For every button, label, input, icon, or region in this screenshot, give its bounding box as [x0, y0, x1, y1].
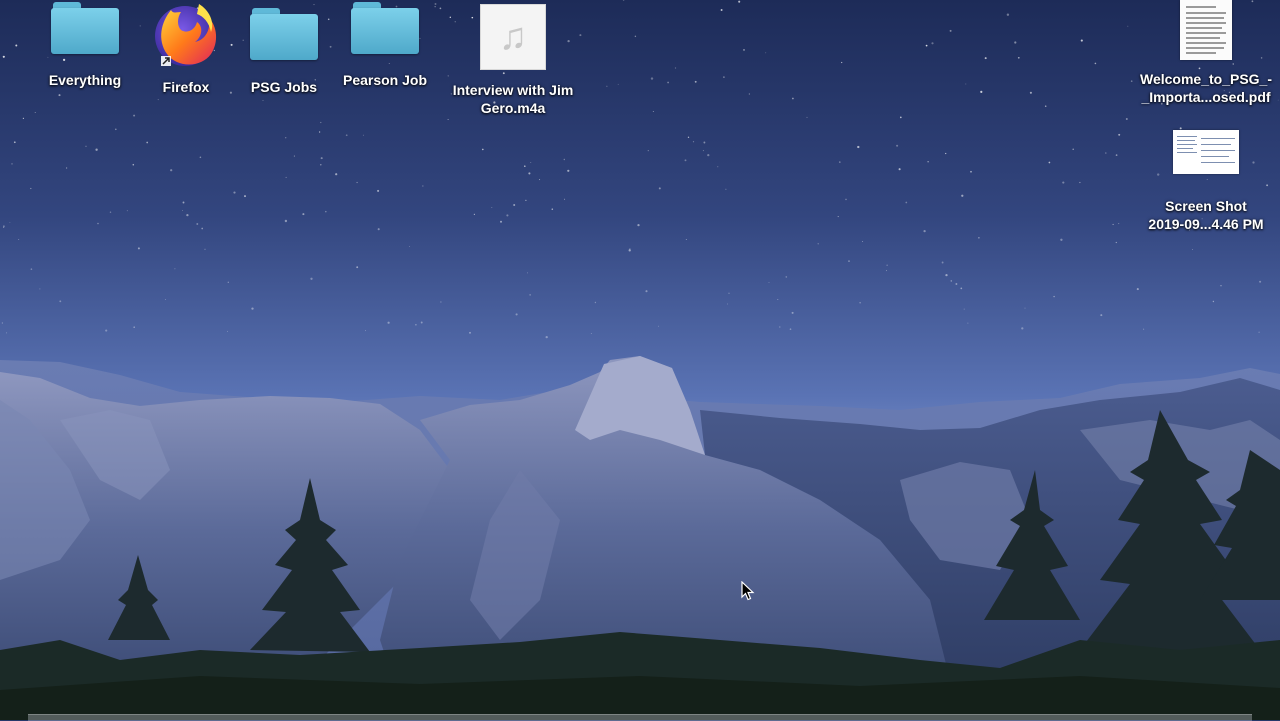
desktop-icon-pearson-job[interactable]: Pearson Job	[338, 2, 432, 89]
desktop-icon-label-line2: 2019-09...4.46 PM	[1148, 216, 1264, 232]
desktop-icon-screen-shot[interactable]: Screen Shot 2019-09...4.46 PM	[1134, 130, 1278, 233]
music-note-icon: ♫	[480, 4, 546, 70]
desktop-icon-label-line1: Welcome_to_PSG_-	[1139, 71, 1272, 87]
pdf-document-icon	[1180, 0, 1232, 60]
desktop-icon-psg-jobs[interactable]: PSG Jobs	[238, 8, 330, 96]
folder-icon	[51, 2, 119, 54]
desktop-wallpaper	[0, 0, 1280, 720]
firefox-icon	[155, 4, 217, 66]
desktop-icon-firefox[interactable]: Firefox	[140, 0, 232, 96]
desktop-icon-label: Firefox	[162, 79, 210, 95]
desktop-icon-everything[interactable]: Everything	[40, 2, 130, 89]
desktop-icon-label: PSG Jobs	[250, 79, 318, 95]
desktop-icon-label-line2: _Importa...osed.pdf	[1141, 89, 1271, 105]
screenshot-thumbnail-icon	[1173, 130, 1239, 174]
desktop-icon-welcome-pdf[interactable]: Welcome_to_PSG_- _Importa...osed.pdf	[1134, 0, 1278, 106]
desktop-icon-label-line2: Gero.m4a	[480, 100, 546, 116]
desktop-icon-label-line1: Interview with Jim	[452, 82, 574, 98]
desktop-icon-label-line1: Screen Shot	[1165, 198, 1247, 214]
mouse-cursor-icon	[741, 581, 755, 601]
desktop-icon-interview-audio[interactable]: ♫ Interview with Jim Gero.m4a	[440, 4, 586, 117]
desktop-icon-label: Everything	[48, 72, 122, 88]
folder-icon	[351, 2, 419, 54]
folder-icon	[250, 8, 318, 60]
desktop-icon-label: Pearson Job	[342, 72, 428, 88]
